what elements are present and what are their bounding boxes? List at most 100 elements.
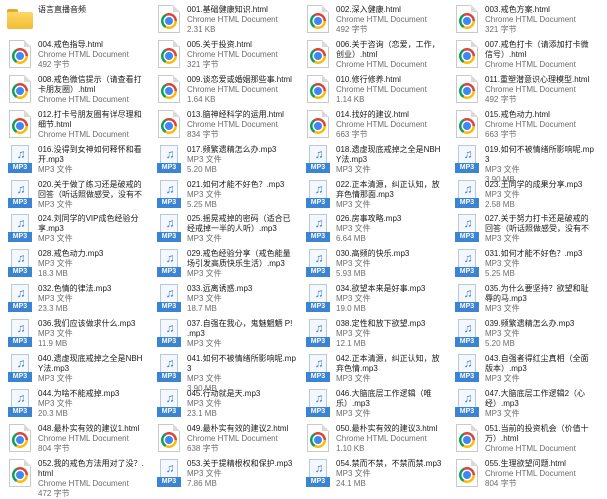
- file-item[interactable]: ♫ MP3 024.刘同学的VIP成色经验分享.mp3 MP3 文件: [2, 211, 149, 245]
- file-item[interactable]: 001.基础健康知识.html Chrome HTML Document 2.31 …: [151, 2, 298, 36]
- mp3-file-icon: ♫ MP3: [155, 179, 183, 209]
- mp3-file-icon: ♫ MP3: [304, 388, 332, 418]
- file-name: 051.当前的投资机会（价值十万）.html: [485, 423, 589, 443]
- file-item[interactable]: ♫ MP3 037.自强在我心，鬼魅魍魉 P! .mp3 MP3 文件: [151, 316, 298, 350]
- file-item[interactable]: 008.戒色微信提示（请查看打卡朋友圈）.html Chrome HTML Doc…: [2, 72, 149, 106]
- file-item[interactable]: 055.生理欲望问题.html Chrome HTML Document 804 字…: [449, 456, 596, 490]
- mp3-file-icon: ♫ MP3: [453, 353, 481, 383]
- file-size: 663 字节: [336, 129, 368, 139]
- mp3-file-icon: ♫ MP3: [6, 179, 34, 209]
- mp3-file-icon: ♫ MP3: [453, 179, 481, 209]
- file-size: 492 字节: [485, 94, 517, 104]
- file-type: Chrome HTML Document: [187, 119, 278, 129]
- file-item[interactable]: 004.戒色指导.html Chrome HTML Document 492 字节: [2, 37, 149, 71]
- file-item[interactable]: 005.关于投资.html Chrome HTML Document 321 字节: [151, 37, 298, 71]
- chrome-html-icon: [155, 109, 183, 139]
- file-item[interactable]: 013.脑神经科学的运用.html Chrome HTML Document 834…: [151, 107, 298, 141]
- file-name: 024.刘同学的VIP成色经验分享.mp3: [38, 214, 139, 234]
- file-item[interactable]: 011.重塑潜意识心理模型.html Chrome HTML Document 49…: [449, 72, 596, 106]
- file-item[interactable]: ♫ MP3 054.禁而不禁，不禁而禁.mp3 MP3 文件 24.1 MB: [300, 456, 447, 490]
- file-item[interactable]: ♫ MP3 046.大脑底层工作逻辑（唯乐）.mp3 MP3 文件: [300, 386, 447, 420]
- file-item[interactable]: ♫ MP3 041.如何不被情绪所影响呢.mp3 MP3 文件 3.90 MB: [151, 351, 298, 393]
- file-item[interactable]: 002.深入健康.html Chrome HTML Document 492 字节: [300, 2, 447, 36]
- file-item[interactable]: ♫ MP3 042.正本清源，纠正认知，放弃色情.mp3 MP3 文件: [300, 351, 447, 385]
- chrome-html-icon: [304, 74, 332, 104]
- file-item[interactable]: ♫ MP3 031.如何才能不好色？.mp3 MP3 文件 5.25 MB: [449, 246, 596, 280]
- file-item[interactable]: ♫ MP3 053.关于提精根权和保护.mp3 MP3 文件 7.86 MB: [151, 456, 298, 490]
- file-item[interactable]: 009.谈恋爱或婚姻那些事.html Chrome HTML Document 1.…: [151, 72, 298, 106]
- file-item[interactable]: 052.我的戒色方法用对了没？.html Chrome HTML Document…: [2, 456, 149, 498]
- file-item[interactable]: 006.关于咨询（恋爱，工作，创业）.html Chrome HTML Docum…: [300, 37, 447, 71]
- file-name: 011.重塑潜意识心理模型.html: [485, 74, 590, 84]
- file-item[interactable]: ♫ MP3 035.为什么要坚持？欲望和耻辱的马.mp3 MP3 文件: [449, 281, 596, 315]
- file-item[interactable]: 007.戒色打卡（请添加打卡微信号）.html Chrome HTML Docum…: [449, 37, 596, 71]
- file-meta: 007.戒色打卡（请添加打卡微信号）.html Chrome HTML Docum…: [485, 39, 594, 70]
- file-name: 030.高频的快乐.mp3: [336, 249, 410, 259]
- file-name: 036.我们应该做求什么.mp3: [38, 319, 136, 329]
- file-item[interactable]: ♫ MP3 022.正本清源，纠正认知，放弃色情那面.mp3 MP3 文件: [300, 177, 447, 211]
- file-item[interactable]: ♫ MP3 028.戒色动力.mp3 MP3 文件 18.3 MB: [2, 246, 149, 280]
- file-item[interactable]: ♫ MP3 045.行动就是天.mp3 MP3 文件 23.1 MB: [151, 386, 298, 420]
- file-item[interactable]: ♫ MP3 036.我们应该做求什么.mp3 MP3 文件 11.9 MB: [2, 316, 149, 350]
- file-meta: 043.自强者得红尘真相（全面版本）.mp3 MP3 文件: [485, 353, 594, 384]
- mp3-file-icon: ♫ MP3: [304, 179, 332, 209]
- folder-icon: [6, 4, 34, 34]
- mp3-file-icon: ♫ MP3: [155, 248, 183, 278]
- file-item[interactable]: 015.戒色动力.html Chrome HTML Document 663 字节: [449, 107, 596, 141]
- file-name: 033.远离诱惑.mp3: [187, 284, 253, 294]
- file-name: 052.我的戒色方法用对了没？.html: [38, 458, 144, 478]
- file-name: 043.自强者得红尘真相（全面版本）.mp3: [485, 354, 589, 373]
- file-item[interactable]: ♫ MP3 043.自强者得红尘真相（全面版本）.mp3 MP3 文件: [449, 351, 596, 385]
- file-item[interactable]: 014.找好的建议.html Chrome HTML Document 663 字节: [300, 107, 447, 141]
- file-item[interactable]: ♫ MP3 016.没得到女神如何释怀和看开.mp3 MP3 文件: [2, 142, 149, 176]
- file-item[interactable]: ♫ MP3 019.如何不被情绪所影响呢.mp3 MP3 文件 3.90 MB: [449, 142, 596, 184]
- file-item[interactable]: 050.最朴实有效的建议3.html Chrome HTML Document 1.…: [300, 421, 447, 455]
- file-meta: 050.最朴实有效的建议3.html Chrome HTML Document 1.…: [336, 423, 445, 454]
- file-item[interactable]: ♫ MP3 017.频繁遗精怎么办.mp3 MP3 文件 5.20 MB: [151, 142, 298, 176]
- file-item[interactable]: ♫ MP3 038.定性和放下欲望.mp3 MP3 文件 12.1 MB: [300, 316, 447, 350]
- file-item[interactable]: ♫ MP3 040.遗虚现底戒掉之全是NBHY法.mp3 MP3 文件: [2, 351, 149, 385]
- file-type: Chrome HTML Document: [485, 59, 576, 69]
- file-type: Chrome HTML Document: [485, 84, 576, 94]
- file-name: 034.欲望本来是好事.mp3: [336, 284, 426, 294]
- file-item[interactable]: 010.修行修养.html Chrome HTML Document 1.14 KB: [300, 72, 447, 106]
- file-item[interactable]: ♫ MP3 025.摇晃戒掉的密码（适合已经戒掉一半的人听）.mp3 MP3 文件: [151, 211, 298, 245]
- file-meta: 018.遗虚现底戒掉之全是NBHY法.mp3 MP3 文件: [336, 144, 445, 175]
- file-type: MP3 文件: [336, 374, 371, 383]
- file-item[interactable]: ♫ MP3 018.遗虚现底戒掉之全是NBHY法.mp3 MP3 文件: [300, 142, 447, 176]
- file-name: 005.关于投资.html: [187, 39, 252, 49]
- file-item[interactable]: ♫ MP3 033.远离诱惑.mp3 MP3 文件 18.7 MB: [151, 281, 298, 315]
- file-item[interactable]: 051.当前的投资机会（价值十万）.html Chrome HTML Docume…: [449, 421, 596, 455]
- file-size: 2.58 MB: [485, 199, 515, 209]
- file-item[interactable]: ♫ MP3 023.王同学的成果分享.mp3 MP3 文件 2.58 MB: [449, 177, 596, 211]
- file-type: MP3 文件: [38, 374, 73, 383]
- file-size: 23.1 MB: [187, 408, 217, 418]
- file-name: 041.如何不被情绪所影响呢.mp3: [187, 354, 296, 373]
- file-item[interactable]: ♫ MP3 030.高频的快乐.mp3 MP3 文件 5.93 MB: [300, 246, 447, 280]
- mp3-file-icon: ♫ MP3: [155, 144, 183, 174]
- file-item[interactable]: 048.最朴实有效的建议1.html Chrome HTML Document 80…: [2, 421, 149, 455]
- file-item[interactable]: ♫ MP3 026.房事攻略.mp3 MP3 文件 6.64 MB: [300, 211, 447, 245]
- file-meta: 048.最朴实有效的建议1.html Chrome HTML Document 80…: [38, 423, 147, 454]
- chrome-html-icon: [6, 39, 34, 69]
- file-item[interactable]: 语言直播音频: [2, 2, 149, 36]
- file-item[interactable]: ♫ MP3 021.如何才能不好色？.mp3 MP3 文件 5.25 MB: [151, 177, 298, 211]
- file-item[interactable]: ♫ MP3 032.色情的律法.mp3 MP3 文件 23.3 MB: [2, 281, 149, 315]
- file-item[interactable]: 003.戒色方案.html Chrome HTML Document 321 字节: [449, 2, 596, 36]
- file-type: MP3 文件: [187, 269, 222, 279]
- file-size: 11.9 MB: [38, 339, 68, 349]
- file-item[interactable]: ♫MP3027.关于努力打卡还是破戒的回答（听话照做感受，没有不成功的...MP…: [449, 211, 596, 245]
- file-type: MP3 文件: [187, 154, 222, 164]
- file-item[interactable]: 049.最朴实有效的建议2.html Chrome HTML Document 63…: [151, 421, 298, 455]
- file-item[interactable]: ♫MP3020.关于做了练习还是破戒的回答（听话照做感受，没有不成功的...MP…: [2, 177, 149, 211]
- file-item[interactable]: 012.打卡号朋友圈有详尽理和细节.html Chrome HTML Docume…: [2, 107, 149, 141]
- file-item[interactable]: ♫ MP3 047.大脑底层工作逻辑2（心经）.mp3 MP3 文件: [449, 386, 596, 420]
- file-item[interactable]: ♫ MP3 044.为啥不能戒掉.mp3 MP3 文件 20.3 MB: [2, 386, 149, 420]
- file-item[interactable]: ♫ MP3 029.戒色经验分享（戒色能量场引发高质快乐生活）.mp3 MP3 文件: [151, 246, 298, 280]
- file-type: Chrome HTML Document: [38, 49, 129, 59]
- file-name: 032.色情的律法.mp3: [38, 284, 112, 294]
- file-meta: 053.关于提精根权和保护.mp3 MP3 文件 7.86 MB: [187, 458, 296, 489]
- file-item[interactable]: ♫ MP3 039.频繁遗精怎么办.mp3 MP3 文件 5.20 MB: [449, 316, 596, 350]
- file-item[interactable]: ♫ MP3 034.欲望本来是好事.mp3 MP3 文件 19.0 MB: [300, 281, 447, 315]
- file-grid: 语言直播音频 001.基础健康知识.html Chrome HTML Documen…: [0, 0, 607, 498]
